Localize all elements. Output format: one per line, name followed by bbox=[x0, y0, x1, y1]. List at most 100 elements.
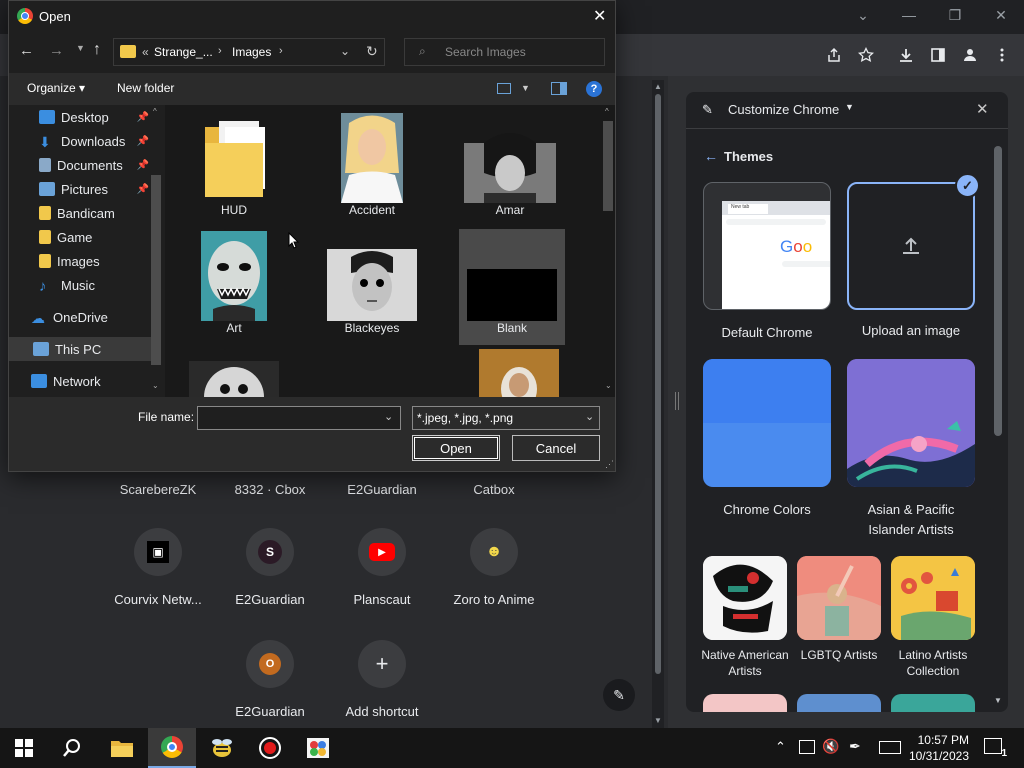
ntp-scrollbar-thumb[interactable] bbox=[655, 94, 661, 674]
shortcut-tile[interactable]: S E2Guardian bbox=[214, 522, 326, 622]
file-item-image[interactable]: Art bbox=[175, 231, 293, 335]
scroll-up-icon[interactable]: ^ bbox=[605, 107, 609, 116]
nav-item-bandicam[interactable]: Bandicam bbox=[39, 201, 159, 225]
file-list-scrollbar[interactable]: ^ ⌄ bbox=[601, 105, 615, 397]
side-panel-icon[interactable] bbox=[924, 41, 952, 69]
profile-icon[interactable] bbox=[956, 41, 984, 69]
organize-button[interactable]: Organize ▾ bbox=[27, 81, 85, 95]
file-type-select[interactable]: *.jpeg, *.jpg, *.png ⌄ bbox=[412, 406, 600, 430]
file-list-scrollbar-thumb[interactable] bbox=[603, 121, 613, 211]
share-icon[interactable] bbox=[820, 41, 848, 69]
nav-item-documents[interactable]: Documents 📌 bbox=[39, 153, 159, 177]
file-item-partial[interactable] bbox=[189, 361, 279, 397]
file-item-partial[interactable] bbox=[479, 349, 559, 397]
open-button[interactable]: Open bbox=[412, 435, 500, 461]
shortcut-tile[interactable]: ▣ Courvix Netw... bbox=[102, 522, 214, 622]
forward-arrow-icon[interactable]: → bbox=[49, 42, 64, 59]
pen-icon[interactable]: ✒ bbox=[849, 738, 861, 755]
theme-card-partial[interactable] bbox=[891, 694, 975, 712]
nav-scrollbar-thumb[interactable] bbox=[151, 175, 161, 365]
file-type-dropdown-icon[interactable]: ⌄ bbox=[585, 410, 594, 423]
shortcut-label[interactable]: ScarebereZK bbox=[102, 482, 214, 497]
theme-card-partial[interactable] bbox=[703, 694, 787, 712]
network-icon[interactable] bbox=[799, 740, 815, 754]
file-item-image[interactable]: Amar bbox=[451, 113, 569, 217]
app-taskbar-button[interactable] bbox=[294, 728, 342, 768]
address-bar[interactable]: « Strange_... › Images › ⌄ ↻ bbox=[113, 38, 385, 66]
panel-dropdown-icon[interactable]: ▼ bbox=[845, 102, 854, 112]
scroll-down-icon[interactable]: ⌄ bbox=[152, 381, 159, 390]
breadcrumb-chevron-icon[interactable]: › bbox=[218, 45, 222, 57]
close-dialog-icon[interactable]: ✕ bbox=[593, 6, 606, 26]
filename-input[interactable]: ⌄ bbox=[197, 406, 401, 430]
shortcut-label[interactable]: Catbox bbox=[438, 482, 550, 497]
side-panel-title[interactable]: Customize Chrome bbox=[728, 102, 839, 117]
breadcrumb-segment[interactable]: Images bbox=[232, 45, 271, 59]
minimize-button[interactable]: — bbox=[886, 0, 932, 30]
back-arrow-icon[interactable]: ← bbox=[19, 42, 34, 59]
address-dropdown-icon[interactable]: ⌄ bbox=[340, 44, 350, 58]
breadcrumb-overflow[interactable]: « bbox=[142, 45, 149, 59]
theme-default-chrome[interactable]: New tab Goo bbox=[703, 182, 831, 310]
theme-upload-image[interactable] bbox=[847, 182, 975, 310]
scroll-up-icon[interactable]: ^ bbox=[153, 107, 157, 116]
volume-muted-icon[interactable]: 🔇 bbox=[822, 738, 839, 755]
download-icon[interactable] bbox=[892, 41, 920, 69]
keyboard-icon[interactable] bbox=[879, 741, 901, 754]
scroll-down-icon[interactable]: ▼ bbox=[994, 696, 1002, 705]
shortcut-tile[interactable]: ☻ Zoro to Anime bbox=[438, 522, 550, 622]
ntp-scrollbar[interactable]: ▲ ▼ bbox=[652, 80, 664, 728]
app-taskbar-button[interactable] bbox=[198, 728, 246, 768]
shortcut-tile[interactable]: ▶ Planscaut bbox=[326, 522, 438, 622]
side-panel-resize-handle[interactable] bbox=[675, 392, 679, 410]
start-button[interactable] bbox=[0, 728, 48, 768]
close-window-button[interactable]: ✕ bbox=[978, 0, 1024, 30]
theme-chrome-colors[interactable] bbox=[703, 359, 831, 487]
breadcrumb-chevron-icon[interactable]: › bbox=[279, 45, 283, 57]
theme-card-partial[interactable] bbox=[797, 694, 881, 712]
bandicam-taskbar-button[interactable] bbox=[246, 728, 294, 768]
file-item-image[interactable]: Blank bbox=[453, 231, 571, 335]
nav-item-pictures[interactable]: Pictures 📌 bbox=[39, 177, 159, 201]
theme-lgbtq-artists[interactable] bbox=[797, 556, 881, 640]
help-icon[interactable]: ? bbox=[586, 81, 602, 97]
scroll-down-icon[interactable]: ⌄ bbox=[605, 381, 612, 390]
menu-icon[interactable] bbox=[988, 41, 1016, 69]
scroll-down-icon[interactable]: ▼ bbox=[654, 716, 662, 725]
file-item-image[interactable]: Blackeyes bbox=[313, 231, 431, 335]
star-icon[interactable] bbox=[852, 41, 880, 69]
nav-scrollbar[interactable]: ^ ⌄ bbox=[150, 105, 162, 397]
breadcrumb-segment[interactable]: Strange_... bbox=[154, 45, 213, 59]
nav-item-desktop[interactable]: Desktop 📌 bbox=[39, 105, 159, 129]
theme-native-american-artists[interactable] bbox=[703, 556, 787, 640]
file-explorer-button[interactable] bbox=[98, 728, 146, 768]
clock-time[interactable]: 10:57 PM bbox=[911, 733, 969, 747]
up-arrow-icon[interactable]: ↑ bbox=[93, 41, 101, 59]
theme-latino-artists[interactable] bbox=[891, 556, 975, 640]
view-dropdown-icon[interactable]: ▼ bbox=[521, 83, 530, 93]
view-options-icon[interactable] bbox=[497, 83, 511, 94]
file-item-image[interactable]: Accident bbox=[313, 113, 431, 217]
nav-item-downloads[interactable]: ⬇ Downloads 📌 bbox=[39, 129, 159, 153]
shortcut-label[interactable]: E2Guardian bbox=[326, 482, 438, 497]
back-arrow-icon[interactable]: ← bbox=[704, 148, 718, 164]
nav-item-onedrive[interactable]: ☁ OneDrive bbox=[31, 305, 159, 329]
show-hidden-icons-icon[interactable]: ⌃ bbox=[775, 739, 786, 755]
close-panel-icon[interactable]: ✕ bbox=[976, 100, 989, 118]
nav-item-game[interactable]: Game bbox=[39, 225, 159, 249]
new-folder-button[interactable]: New folder bbox=[117, 81, 174, 95]
file-item-folder[interactable]: HUD bbox=[175, 113, 293, 217]
tab-search-icon[interactable]: ⌄ bbox=[840, 0, 886, 30]
notifications-icon[interactable]: 1 bbox=[984, 738, 1007, 759]
preview-pane-icon[interactable] bbox=[551, 82, 567, 95]
resize-grip-icon[interactable]: ⋰ bbox=[605, 459, 614, 470]
customize-pencil-button[interactable]: ✎ bbox=[603, 679, 635, 711]
clock-date[interactable]: 10/31/2023 bbox=[907, 749, 969, 763]
nav-item-music[interactable]: ♪ Music bbox=[39, 273, 159, 297]
chrome-taskbar-button[interactable] bbox=[148, 728, 196, 768]
add-shortcut-tile[interactable]: + Add shortcut bbox=[326, 634, 438, 734]
cancel-button[interactable]: Cancel bbox=[512, 435, 600, 461]
recent-locations-icon[interactable]: ▼ bbox=[76, 43, 85, 53]
theme-asian-pacific-artists[interactable] bbox=[847, 359, 975, 487]
search-button[interactable] bbox=[48, 728, 96, 768]
